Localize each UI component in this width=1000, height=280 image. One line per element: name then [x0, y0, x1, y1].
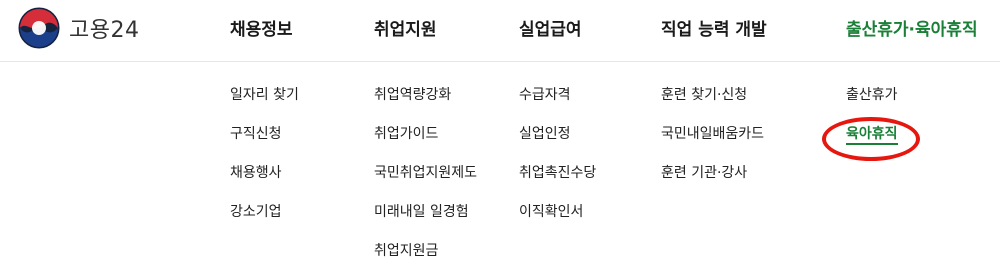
gnb-employment-support[interactable]: 취업지원 — [374, 15, 437, 40]
submenu-item-parental-leave[interactable]: 육아휴직 — [846, 123, 898, 162]
submenu-item-unemployment-recognition[interactable]: 실업인정 — [519, 123, 596, 162]
submenu-item-label: 취업역량강화 — [374, 87, 452, 103]
submenu-item-label: 수급자격 — [519, 87, 571, 103]
submenu-item-training-search[interactable]: 훈련 찾기·신청 — [661, 84, 764, 123]
submenu-recruitment-info: 일자리 찾기 구직신청 채용행사 강소기업 — [230, 84, 299, 240]
submenu-maternity-parental-leave: 출산휴가 육아휴직 — [846, 84, 898, 162]
submenu-item-employment-subsidy[interactable]: 취업지원금 — [374, 240, 477, 279]
submenu-item-label: 일자리 찾기 — [230, 87, 299, 103]
submenu-vocational-training: 훈련 찾기·신청 국민내일배움카드 훈련 기관·강사 — [661, 84, 764, 201]
taegeuk-logo-icon — [18, 7, 60, 49]
submenu-item-label: 취업가이드 — [374, 126, 439, 142]
submenu-item-label: 미래내일 일경험 — [374, 204, 469, 220]
submenu-item-learning-card[interactable]: 국민내일배움카드 — [661, 123, 764, 162]
submenu-item-job-application[interactable]: 구직신청 — [230, 123, 299, 162]
submenu-item-label: 강소기업 — [230, 204, 282, 220]
submenu-item-maternity-leave[interactable]: 출산휴가 — [846, 84, 898, 123]
logo-text: 고용24 — [69, 18, 140, 43]
submenu-item-training-institutions[interactable]: 훈련 기관·강사 — [661, 162, 764, 201]
submenu-item-label: 실업인정 — [519, 126, 571, 142]
submenu-item-eligibility[interactable]: 수급자격 — [519, 84, 596, 123]
submenu-item-label: 훈련 기관·강사 — [661, 165, 748, 181]
submenu-item-label: 국민내일배움카드 — [661, 126, 765, 142]
submenu-item-label: 이직확인서 — [519, 204, 584, 220]
submenu-unemployment-benefits: 수급자격 실업인정 취업촉진수당 이직확인서 — [519, 84, 596, 240]
submenu-item-hiring-events[interactable]: 채용행사 — [230, 162, 299, 201]
submenu-item-label: 국민취업지원제도 — [374, 165, 478, 181]
submenu-item-label: 취업촉진수당 — [519, 165, 597, 181]
submenu-employment-support: 취업역량강화 취업가이드 국민취업지원제도 미래내일 일경험 취업지원금 — [374, 84, 477, 279]
submenu-item-label: 육아휴직 — [846, 126, 898, 145]
gnb-vocational-training[interactable]: 직업 능력 개발 — [661, 15, 767, 40]
submenu-item-job-guide[interactable]: 취업가이드 — [374, 123, 477, 162]
global-header: 고용24 채용정보 취업지원 실업급여 직업 능력 개발 출산휴가·육아휴직 — [0, 0, 1000, 62]
submenu-item-separation-confirmation[interactable]: 이직확인서 — [519, 201, 596, 240]
submenu-item-label: 채용행사 — [230, 165, 282, 181]
gnb-recruitment-info[interactable]: 채용정보 — [230, 15, 293, 40]
submenu-item-national-employment-support[interactable]: 국민취업지원제도 — [374, 162, 477, 201]
submenu-item-strong-small-business[interactable]: 강소기업 — [230, 201, 299, 240]
submenu-item-label: 훈련 찾기·신청 — [661, 87, 748, 103]
submenu-item-label: 구직신청 — [230, 126, 282, 142]
gnb-unemployment-benefits[interactable]: 실업급여 — [519, 15, 582, 40]
submenu-item-future-work-experience[interactable]: 미래내일 일경험 — [374, 201, 477, 240]
submenu-item-label: 취업지원금 — [374, 243, 439, 259]
site-logo[interactable]: 고용24 — [18, 6, 139, 50]
submenu-item-label: 출산휴가 — [846, 87, 898, 103]
submenu-item-job-capacity[interactable]: 취업역량강화 — [374, 84, 477, 123]
gnb-maternity-parental-leave[interactable]: 출산휴가·육아휴직 — [846, 15, 978, 40]
submenu-item-job-search[interactable]: 일자리 찾기 — [230, 84, 299, 123]
submenu-item-reemployment-allowance[interactable]: 취업촉진수당 — [519, 162, 596, 201]
